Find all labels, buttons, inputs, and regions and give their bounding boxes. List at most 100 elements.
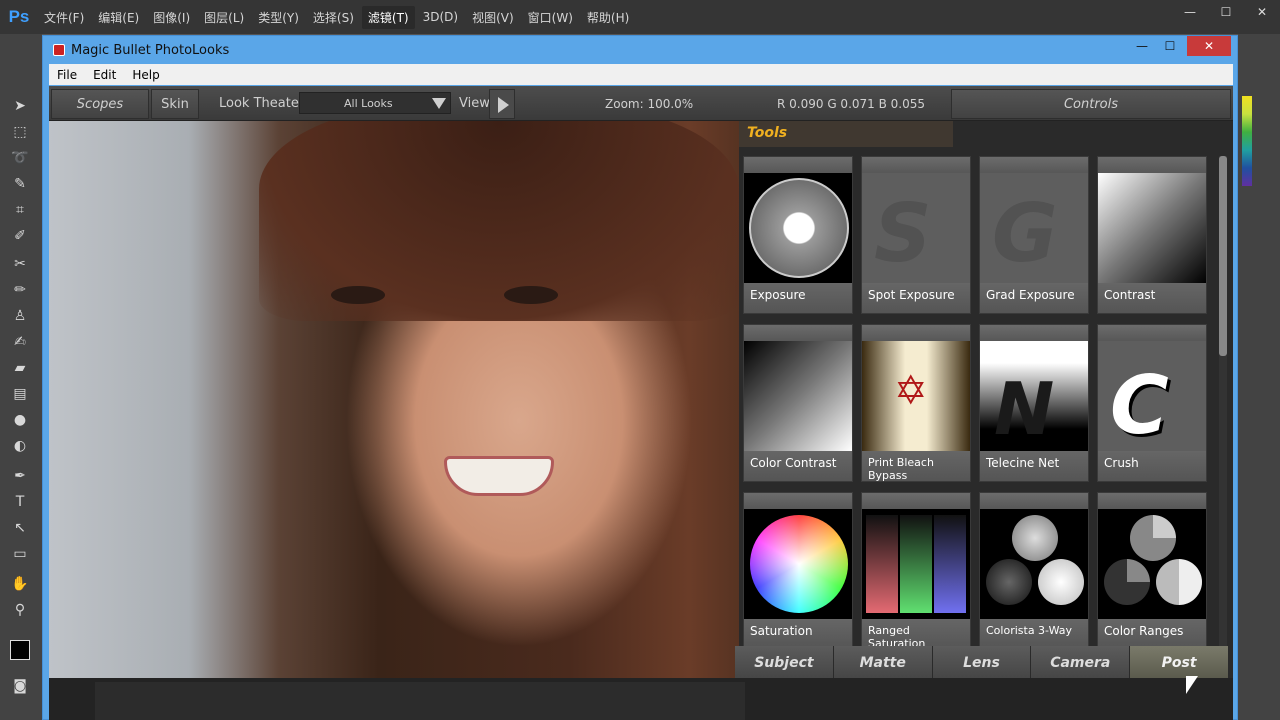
ghost-g-icon: G: [992, 187, 1058, 280]
swatches-strip: [1242, 96, 1252, 186]
healing-tool-icon[interactable]: ✂: [10, 254, 30, 274]
tab-post[interactable]: Post: [1130, 646, 1229, 679]
ps-menu-help[interactable]: 帮助(H): [581, 6, 635, 29]
foreground-color-swatch[interactable]: [10, 640, 30, 660]
ps-menu-filter[interactable]: 滤镜(T): [361, 5, 415, 29]
skin-button[interactable]: Skin: [151, 89, 199, 119]
tools-header: Tools: [739, 121, 953, 147]
tool-label: Saturation: [744, 619, 852, 649]
menu-edit[interactable]: Edit: [85, 68, 124, 82]
tools-scrollbar[interactable]: [1219, 156, 1227, 646]
ps-menu-type[interactable]: 类型(Y): [252, 6, 305, 29]
three-way-icon: [980, 509, 1088, 619]
ps-menu-select[interactable]: 选择(S): [307, 6, 360, 29]
zoom-tool-icon[interactable]: ⚲: [10, 600, 30, 620]
tools-grid: Exposure S Spot Exposure G Grad Exposure…: [743, 156, 1213, 650]
tab-matte[interactable]: Matte: [833, 646, 933, 679]
preview-smile: [444, 456, 554, 496]
tools-panel: Tools Exposure S Spot Exposure G Grad Ex…: [735, 121, 1233, 679]
tool-label: Print Bleach Bypass: [862, 451, 970, 482]
tool-print-bleach-bypass[interactable]: ✡ Print Bleach Bypass: [861, 324, 971, 482]
photoshop-logo: Ps: [8, 7, 30, 26]
quick-select-tool-icon[interactable]: ✎: [10, 174, 30, 194]
preview-eye-right: [504, 286, 558, 304]
look-stack-bar: [49, 678, 1233, 720]
type-tool-icon[interactable]: T: [10, 492, 30, 512]
tab-subject[interactable]: Subject: [735, 646, 834, 679]
tool-grad-exposure[interactable]: G Grad Exposure: [979, 156, 1089, 314]
ghost-s-icon: S: [874, 187, 932, 280]
crop-tool-icon[interactable]: ⌗: [10, 200, 30, 220]
ps-menu-image[interactable]: 图像(I): [147, 6, 196, 29]
tab-lens[interactable]: Lens: [932, 646, 1032, 679]
gradient-icon: [1098, 173, 1206, 283]
ps-window-buttons: — ☐ ✕: [1172, 0, 1280, 24]
scopes-button[interactable]: Scopes: [51, 89, 149, 119]
looks-dropdown[interactable]: All Looks: [299, 92, 451, 114]
tool-saturation[interactable]: Saturation: [743, 492, 853, 650]
photolooks-window: Magic Bullet PhotoLooks — ☐ ✕ File Edit …: [42, 35, 1238, 720]
ps-menu-3d[interactable]: 3D(D): [417, 7, 464, 27]
category-tabs: Subject Matte Lens Camera Post: [735, 646, 1229, 679]
ps-right-panels: [1238, 34, 1280, 720]
ps-close-button[interactable]: ✕: [1244, 0, 1280, 24]
photoshop-menubar: Ps 文件(F) 编辑(E) 图像(I) 图层(L) 类型(Y) 选择(S) 滤…: [0, 0, 1280, 34]
ps-menu-edit[interactable]: 编辑(E): [92, 6, 145, 29]
eyedropper-tool-icon[interactable]: ✐: [10, 226, 30, 246]
history-brush-tool-icon[interactable]: ✍: [10, 332, 30, 352]
tool-label: Exposure: [744, 283, 852, 313]
ps-menu-file[interactable]: 文件(F): [38, 6, 90, 29]
play-icon[interactable]: [489, 89, 515, 119]
stamp-tool-icon[interactable]: ♙: [10, 306, 30, 326]
dodge-tool-icon[interactable]: ◐: [10, 436, 30, 456]
marquee-tool-icon[interactable]: ⬚: [10, 122, 30, 142]
rgb-readout: R 0.090 G 0.071 B 0.055: [777, 96, 926, 111]
plugin-menubar: File Edit Help: [49, 64, 1233, 85]
ps-menu-window[interactable]: 窗口(W): [522, 6, 579, 29]
tool-crush[interactable]: C Crush: [1097, 324, 1207, 482]
tool-spot-exposure[interactable]: S Spot Exposure: [861, 156, 971, 314]
tool-ranged-saturation[interactable]: Ranged Saturation: [861, 492, 971, 650]
blur-tool-icon[interactable]: ●: [10, 410, 30, 430]
close-button[interactable]: ✕: [1187, 36, 1231, 56]
tool-contrast[interactable]: Contrast: [1097, 156, 1207, 314]
minimize-button[interactable]: —: [1129, 36, 1155, 56]
bleach-icon: ✡: [862, 341, 970, 451]
pen-tool-icon[interactable]: ✒: [10, 466, 30, 486]
scrollbar-thumb[interactable]: [1219, 156, 1227, 356]
menu-help[interactable]: Help: [124, 68, 167, 82]
app-icon: [53, 44, 65, 56]
brush-tool-icon[interactable]: ✏: [10, 280, 30, 300]
tool-color-contrast[interactable]: Color Contrast: [743, 324, 853, 482]
shape-tool-icon[interactable]: ▭: [10, 544, 30, 564]
tool-color-ranges[interactable]: Color Ranges: [1097, 492, 1207, 650]
preview-hair: [259, 121, 739, 321]
plugin-workspace: Scopes Skin Look Theater All Looks View …: [49, 86, 1233, 720]
hand-tool-icon[interactable]: ✋: [10, 574, 30, 594]
ps-minimize-button[interactable]: —: [1172, 0, 1208, 24]
eraser-tool-icon[interactable]: ▰: [10, 358, 30, 378]
menu-file[interactable]: File: [49, 68, 85, 82]
maximize-button[interactable]: ☐: [1157, 36, 1183, 56]
tool-colorista-3-way[interactable]: Colorista 3-Way: [979, 492, 1089, 650]
path-select-tool-icon[interactable]: ↖: [10, 518, 30, 538]
move-tool-icon[interactable]: ➤: [10, 96, 30, 116]
tool-telecine-net[interactable]: N Telecine Net: [979, 324, 1089, 482]
color-wheel-icon: [744, 509, 852, 619]
ps-menu-layer[interactable]: 图层(L): [198, 6, 250, 29]
lasso-tool-icon[interactable]: ➰: [10, 148, 30, 168]
gradient-tool-icon[interactable]: ▤: [10, 384, 30, 404]
tool-exposure[interactable]: Exposure: [743, 156, 853, 314]
preview-image[interactable]: [49, 121, 739, 678]
tool-label: Contrast: [1098, 283, 1206, 313]
telecine-icon: N: [980, 341, 1088, 451]
zoom-readout: Zoom: 100.0%: [605, 96, 694, 111]
mouse-cursor-icon: [1186, 676, 1198, 694]
ps-maximize-button[interactable]: ☐: [1208, 0, 1244, 24]
tool-label: Ranged Saturation: [862, 619, 970, 650]
controls-tab[interactable]: Controls: [951, 89, 1231, 119]
tool-chain[interactable]: [95, 682, 745, 720]
tab-camera[interactable]: Camera: [1031, 646, 1131, 679]
quick-mask-icon[interactable]: ◙: [10, 676, 30, 696]
ps-menu-view[interactable]: 视图(V): [466, 6, 520, 29]
